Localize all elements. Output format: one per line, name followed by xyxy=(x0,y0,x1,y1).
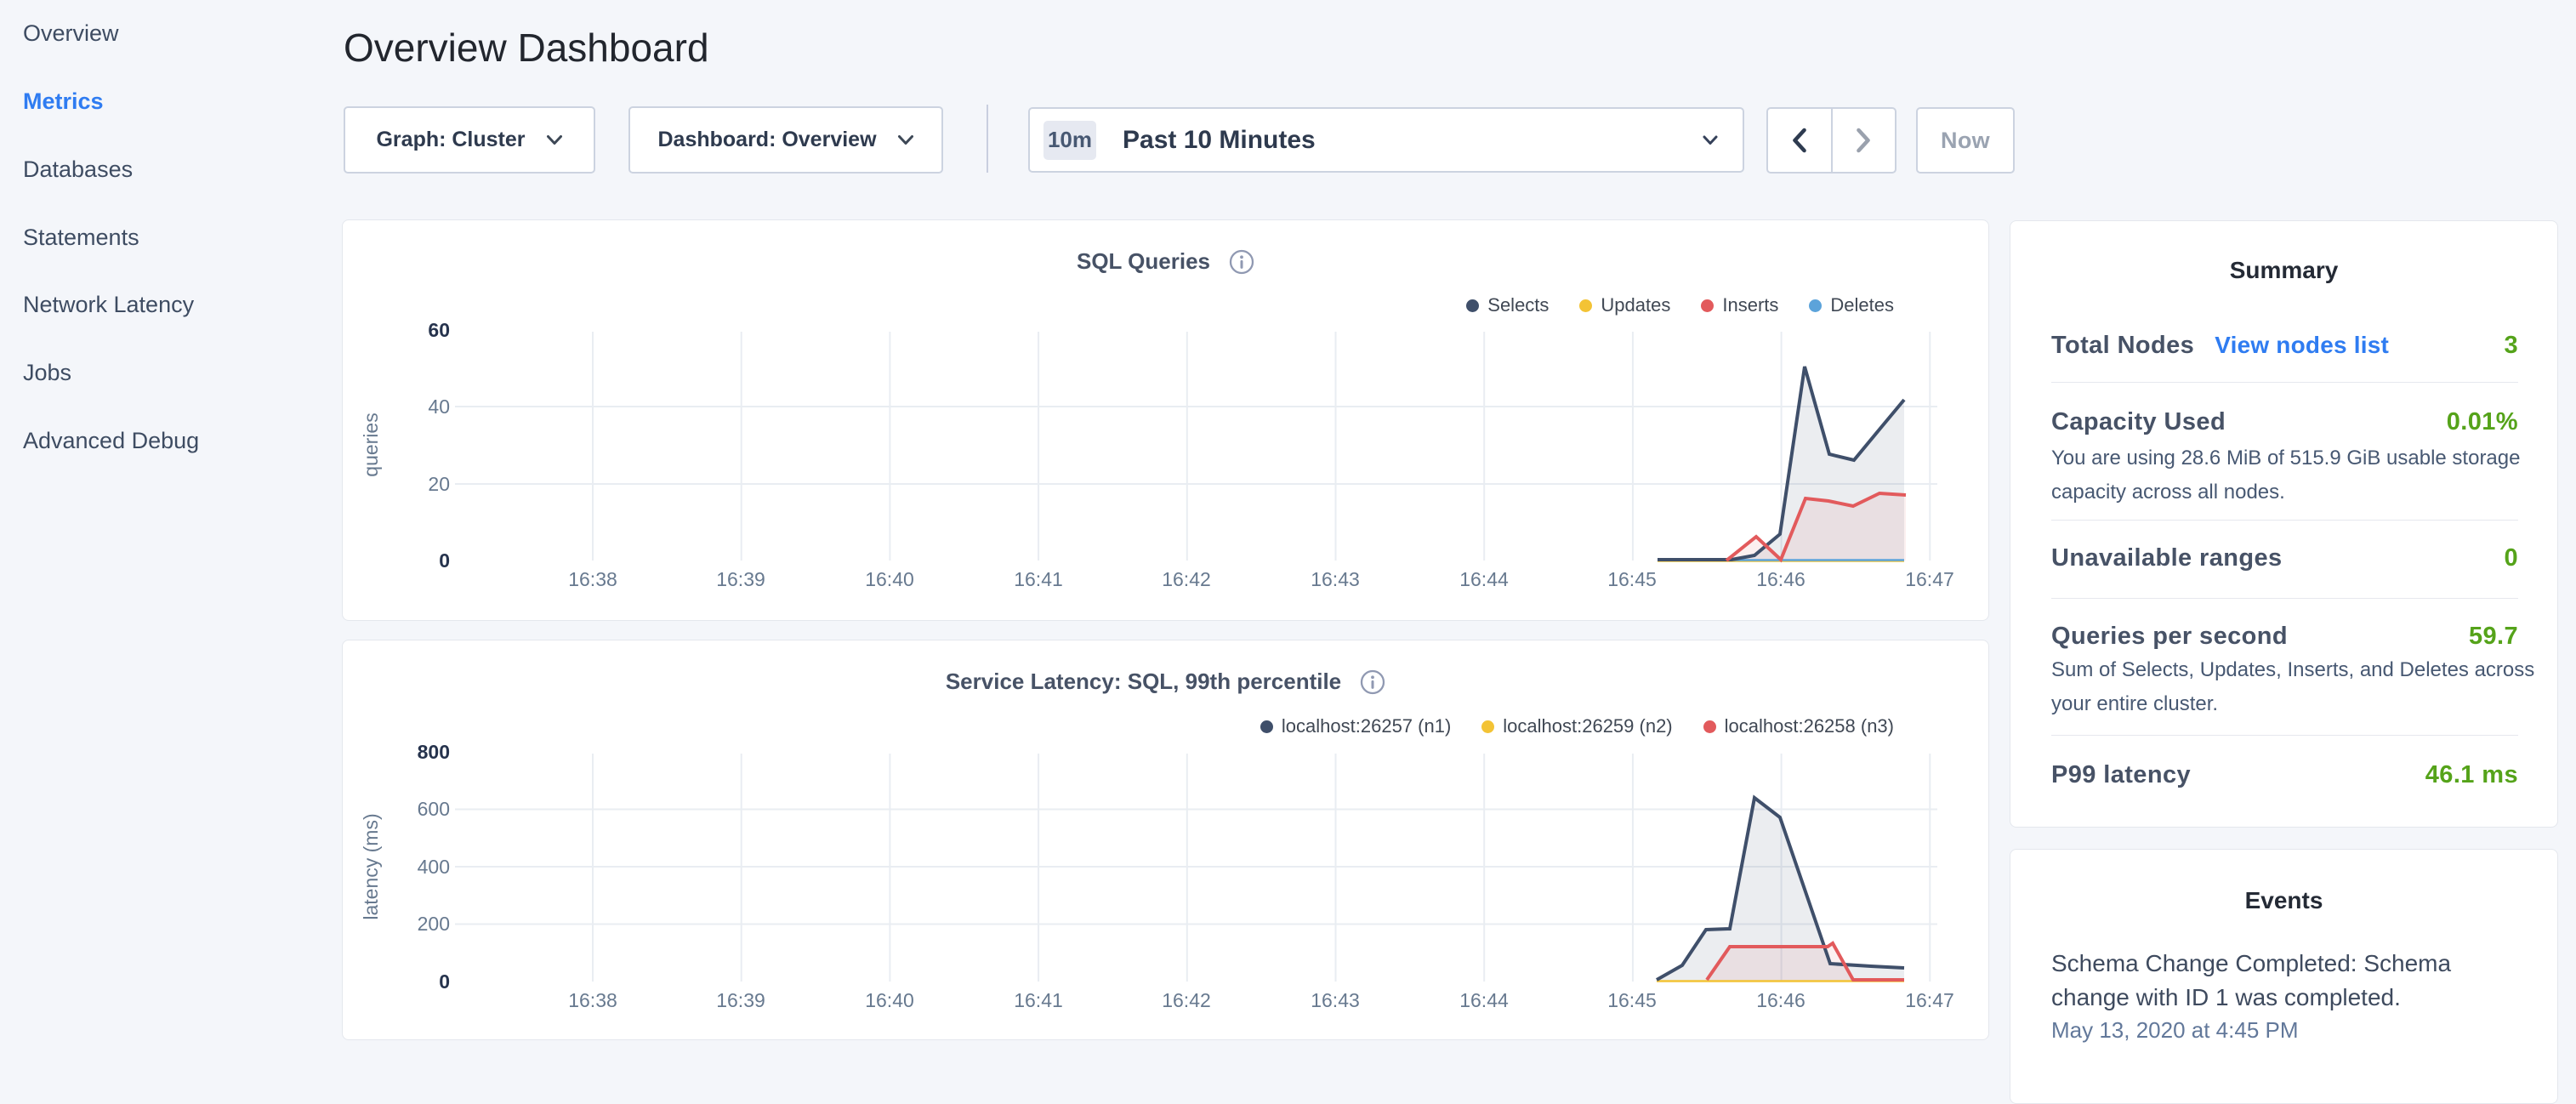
svg-text:16:44: 16:44 xyxy=(1459,568,1509,590)
svg-text:latency (ms): latency (ms) xyxy=(360,813,382,919)
svg-text:16:45: 16:45 xyxy=(1607,568,1657,590)
svg-text:800: 800 xyxy=(418,741,450,763)
svg-text:16:39: 16:39 xyxy=(716,989,765,1011)
svg-text:16:41: 16:41 xyxy=(1014,568,1063,590)
svg-text:16:38: 16:38 xyxy=(568,568,617,590)
svg-text:16:41: 16:41 xyxy=(1014,989,1063,1011)
svg-text:16:43: 16:43 xyxy=(1311,568,1360,590)
svg-text:16:42: 16:42 xyxy=(1162,568,1211,590)
svg-text:16:40: 16:40 xyxy=(865,568,914,590)
svg-text:16:46: 16:46 xyxy=(1756,989,1805,1011)
svg-text:200: 200 xyxy=(418,913,450,935)
svg-text:16:40: 16:40 xyxy=(865,989,914,1011)
svg-text:16:38: 16:38 xyxy=(568,989,617,1011)
svg-text:60: 60 xyxy=(428,319,450,341)
svg-text:16:42: 16:42 xyxy=(1162,989,1211,1011)
svg-text:16:39: 16:39 xyxy=(716,568,765,590)
svg-text:40: 40 xyxy=(428,396,450,418)
svg-text:queries: queries xyxy=(360,413,382,476)
svg-text:16:45: 16:45 xyxy=(1607,989,1657,1011)
svg-text:16:47: 16:47 xyxy=(1905,568,1954,590)
svg-text:0: 0 xyxy=(439,549,450,572)
svg-text:16:43: 16:43 xyxy=(1311,989,1360,1011)
svg-text:0: 0 xyxy=(439,970,450,993)
svg-text:16:47: 16:47 xyxy=(1905,989,1954,1011)
svg-text:20: 20 xyxy=(428,473,450,495)
svg-text:400: 400 xyxy=(418,856,450,878)
svg-text:16:44: 16:44 xyxy=(1459,989,1509,1011)
svg-text:16:46: 16:46 xyxy=(1756,568,1805,590)
svg-text:600: 600 xyxy=(418,798,450,820)
